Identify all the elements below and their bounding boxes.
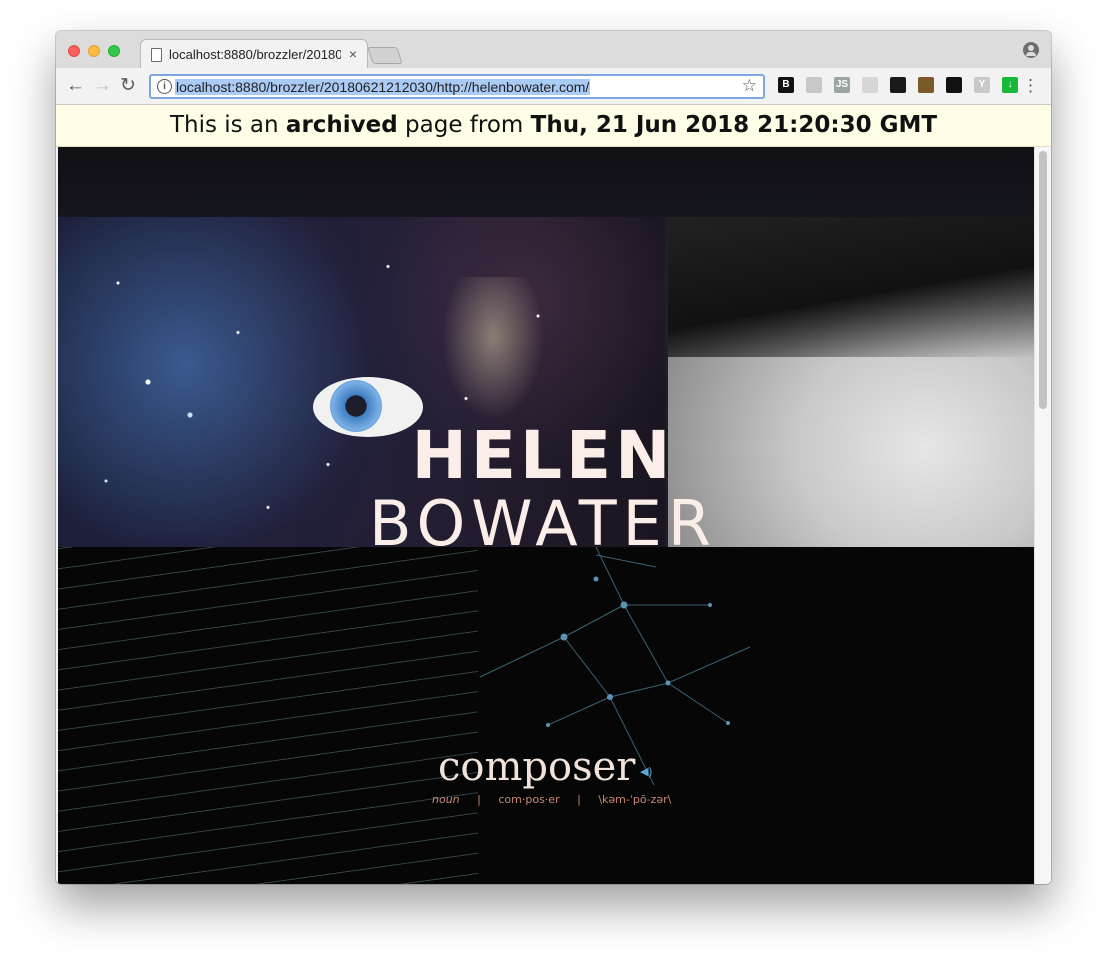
new-tab-button[interactable]	[367, 47, 403, 64]
page-icon	[151, 48, 162, 62]
first-name-heading: HELEN	[411, 417, 675, 494]
maximize-window-button[interactable]	[108, 45, 120, 57]
archive-banner: This is an archived page from Thu, 21 Ju…	[56, 105, 1051, 147]
tab-title: localhost:8880/brozzler/2018062	[169, 47, 341, 62]
info-icon[interactable]: i	[157, 79, 172, 94]
extension-archive-icon[interactable]	[946, 77, 962, 93]
minimize-window-button[interactable]	[88, 45, 100, 57]
reload-button[interactable]: ↻	[120, 74, 136, 98]
profile-icon[interactable]	[1023, 42, 1039, 58]
menu-icon[interactable]: ⋮	[1022, 74, 1039, 98]
tab-close-icon[interactable]: ×	[349, 46, 357, 62]
tab-active[interactable]: localhost:8880/brozzler/2018062 ×	[140, 39, 368, 70]
bookmark-star-icon[interactable]: ☆	[742, 76, 757, 96]
vertical-scrollbar[interactable]	[1034, 147, 1051, 884]
separator-2: |	[577, 793, 581, 806]
speaker-icon[interactable]: ◀)	[640, 765, 652, 778]
address-bar[interactable]: i localhost:8880/brozzler/20180621212030…	[149, 74, 765, 99]
part-of-speech: noun	[432, 793, 460, 806]
browser-window: localhost:8880/brozzler/2018062 × ← → ↻ …	[56, 31, 1051, 884]
url-text[interactable]: localhost:8880/brozzler/20180621212030/h…	[175, 79, 591, 95]
extension-y-icon[interactable]: Y	[974, 77, 990, 93]
lower-section: composer ◀) noun | com·pos·er | \kəm-ˈpō…	[58, 547, 1034, 884]
tab-strip: localhost:8880/brozzler/2018062 ×	[56, 31, 1051, 70]
syllables: com·pos·er	[498, 793, 560, 806]
extension-bookmark-icon[interactable]	[890, 77, 906, 93]
browser-toolbar: ← → ↻ i localhost:8880/brozzler/20180621…	[56, 68, 1051, 105]
banner-middle: page from	[405, 112, 524, 138]
extension-camera-icon[interactable]	[806, 77, 822, 93]
banner-emphasis: archived	[285, 112, 398, 138]
extension-b-icon[interactable]: B	[778, 77, 794, 93]
back-button[interactable]: ←	[66, 74, 85, 98]
ipa-pronunciation: \kəm-ˈpō-zər\	[598, 793, 672, 806]
extension-js-icon[interactable]: JS	[834, 77, 850, 93]
top-band	[58, 147, 1034, 217]
close-window-button[interactable]	[68, 45, 80, 57]
page-viewport: HELEN BOWATER composer ◀) noun | com·pos…	[58, 147, 1034, 884]
forward-button[interactable]: →	[93, 74, 112, 98]
music-score-image	[58, 547, 478, 884]
definition-word: composer	[438, 744, 636, 790]
hair-shadow	[668, 217, 1034, 357]
separator-1: |	[477, 793, 481, 806]
extension-circle-icon[interactable]	[862, 77, 878, 93]
pronunciation-line: noun | com·pos·er | \kəm-ˈpō-zər\	[432, 793, 685, 806]
network-graphic	[479, 547, 751, 786]
banner-date: Thu, 21 Jun 2018 21:20:30 GMT	[530, 112, 938, 138]
skeleton-image	[438, 277, 548, 427]
scrollbar-thumb[interactable]	[1039, 151, 1047, 409]
banner-prefix: This is an	[169, 112, 279, 138]
extension-globe-icon[interactable]	[918, 77, 934, 93]
extension-download-icon[interactable]: ↓	[1002, 77, 1018, 93]
